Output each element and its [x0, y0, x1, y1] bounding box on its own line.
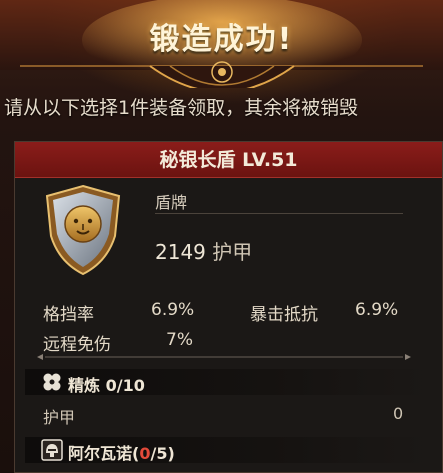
item-type: 盾牌 — [155, 193, 188, 212]
set-bonus-status: 阿尔瓦诺(0/5) — [68, 440, 175, 464]
forge-success-title: 锻造成功! — [149, 22, 294, 57]
stat-value-ranged-reduction: 7% — [166, 330, 193, 350]
set-total: /5) — [150, 444, 175, 463]
set-count: 0 — [139, 444, 151, 463]
stat-label-ranged-reduction: 远程免伤 — [43, 335, 111, 355]
forge-banner: 锻造成功! — [0, 0, 443, 88]
set-name: 阿尔瓦诺 — [68, 444, 133, 463]
refine-value: 0/10 — [105, 376, 145, 395]
refine-gems-icon — [43, 373, 61, 391]
refine-stat-label: 护甲 — [43, 408, 76, 427]
stat-label-block-rate: 格挡率 — [43, 305, 94, 325]
stats-divider — [37, 354, 411, 360]
armor-value: 2149 — [155, 240, 206, 264]
selection-instruction: 请从以下选择1件装备领取，其余将被销毁 — [4, 97, 359, 119]
armor-label: 护甲 — [212, 240, 253, 264]
shield-lion-icon — [45, 184, 121, 276]
item-name: 秘银长盾 LV.51 — [15, 142, 442, 178]
armor-stat: 2149 护甲 — [155, 236, 252, 265]
refine-label: 精炼 — [68, 376, 101, 395]
stat-value-block-rate: 6.9% — [151, 300, 195, 320]
set-helmet-icon — [41, 439, 63, 461]
stat-label-crit-resist: 暴击抵抗 — [250, 305, 318, 325]
item-card[interactable]: 秘银长盾 LV.51 盾牌 2149 护甲 格挡率 6.9% 暴击抵抗 6.9%… — [14, 141, 443, 473]
refine-status: 精炼 0/10 — [68, 372, 145, 396]
refine-stat-value: 0 — [393, 404, 404, 423]
stat-value-crit-resist: 6.9% — [355, 300, 399, 320]
forge-result-screen: 锻造成功! 请从以下选择1件装备领取，其余将被销毁 秘银长盾 LV.51 盾牌 … — [0, 0, 443, 473]
type-divider — [155, 213, 403, 214]
